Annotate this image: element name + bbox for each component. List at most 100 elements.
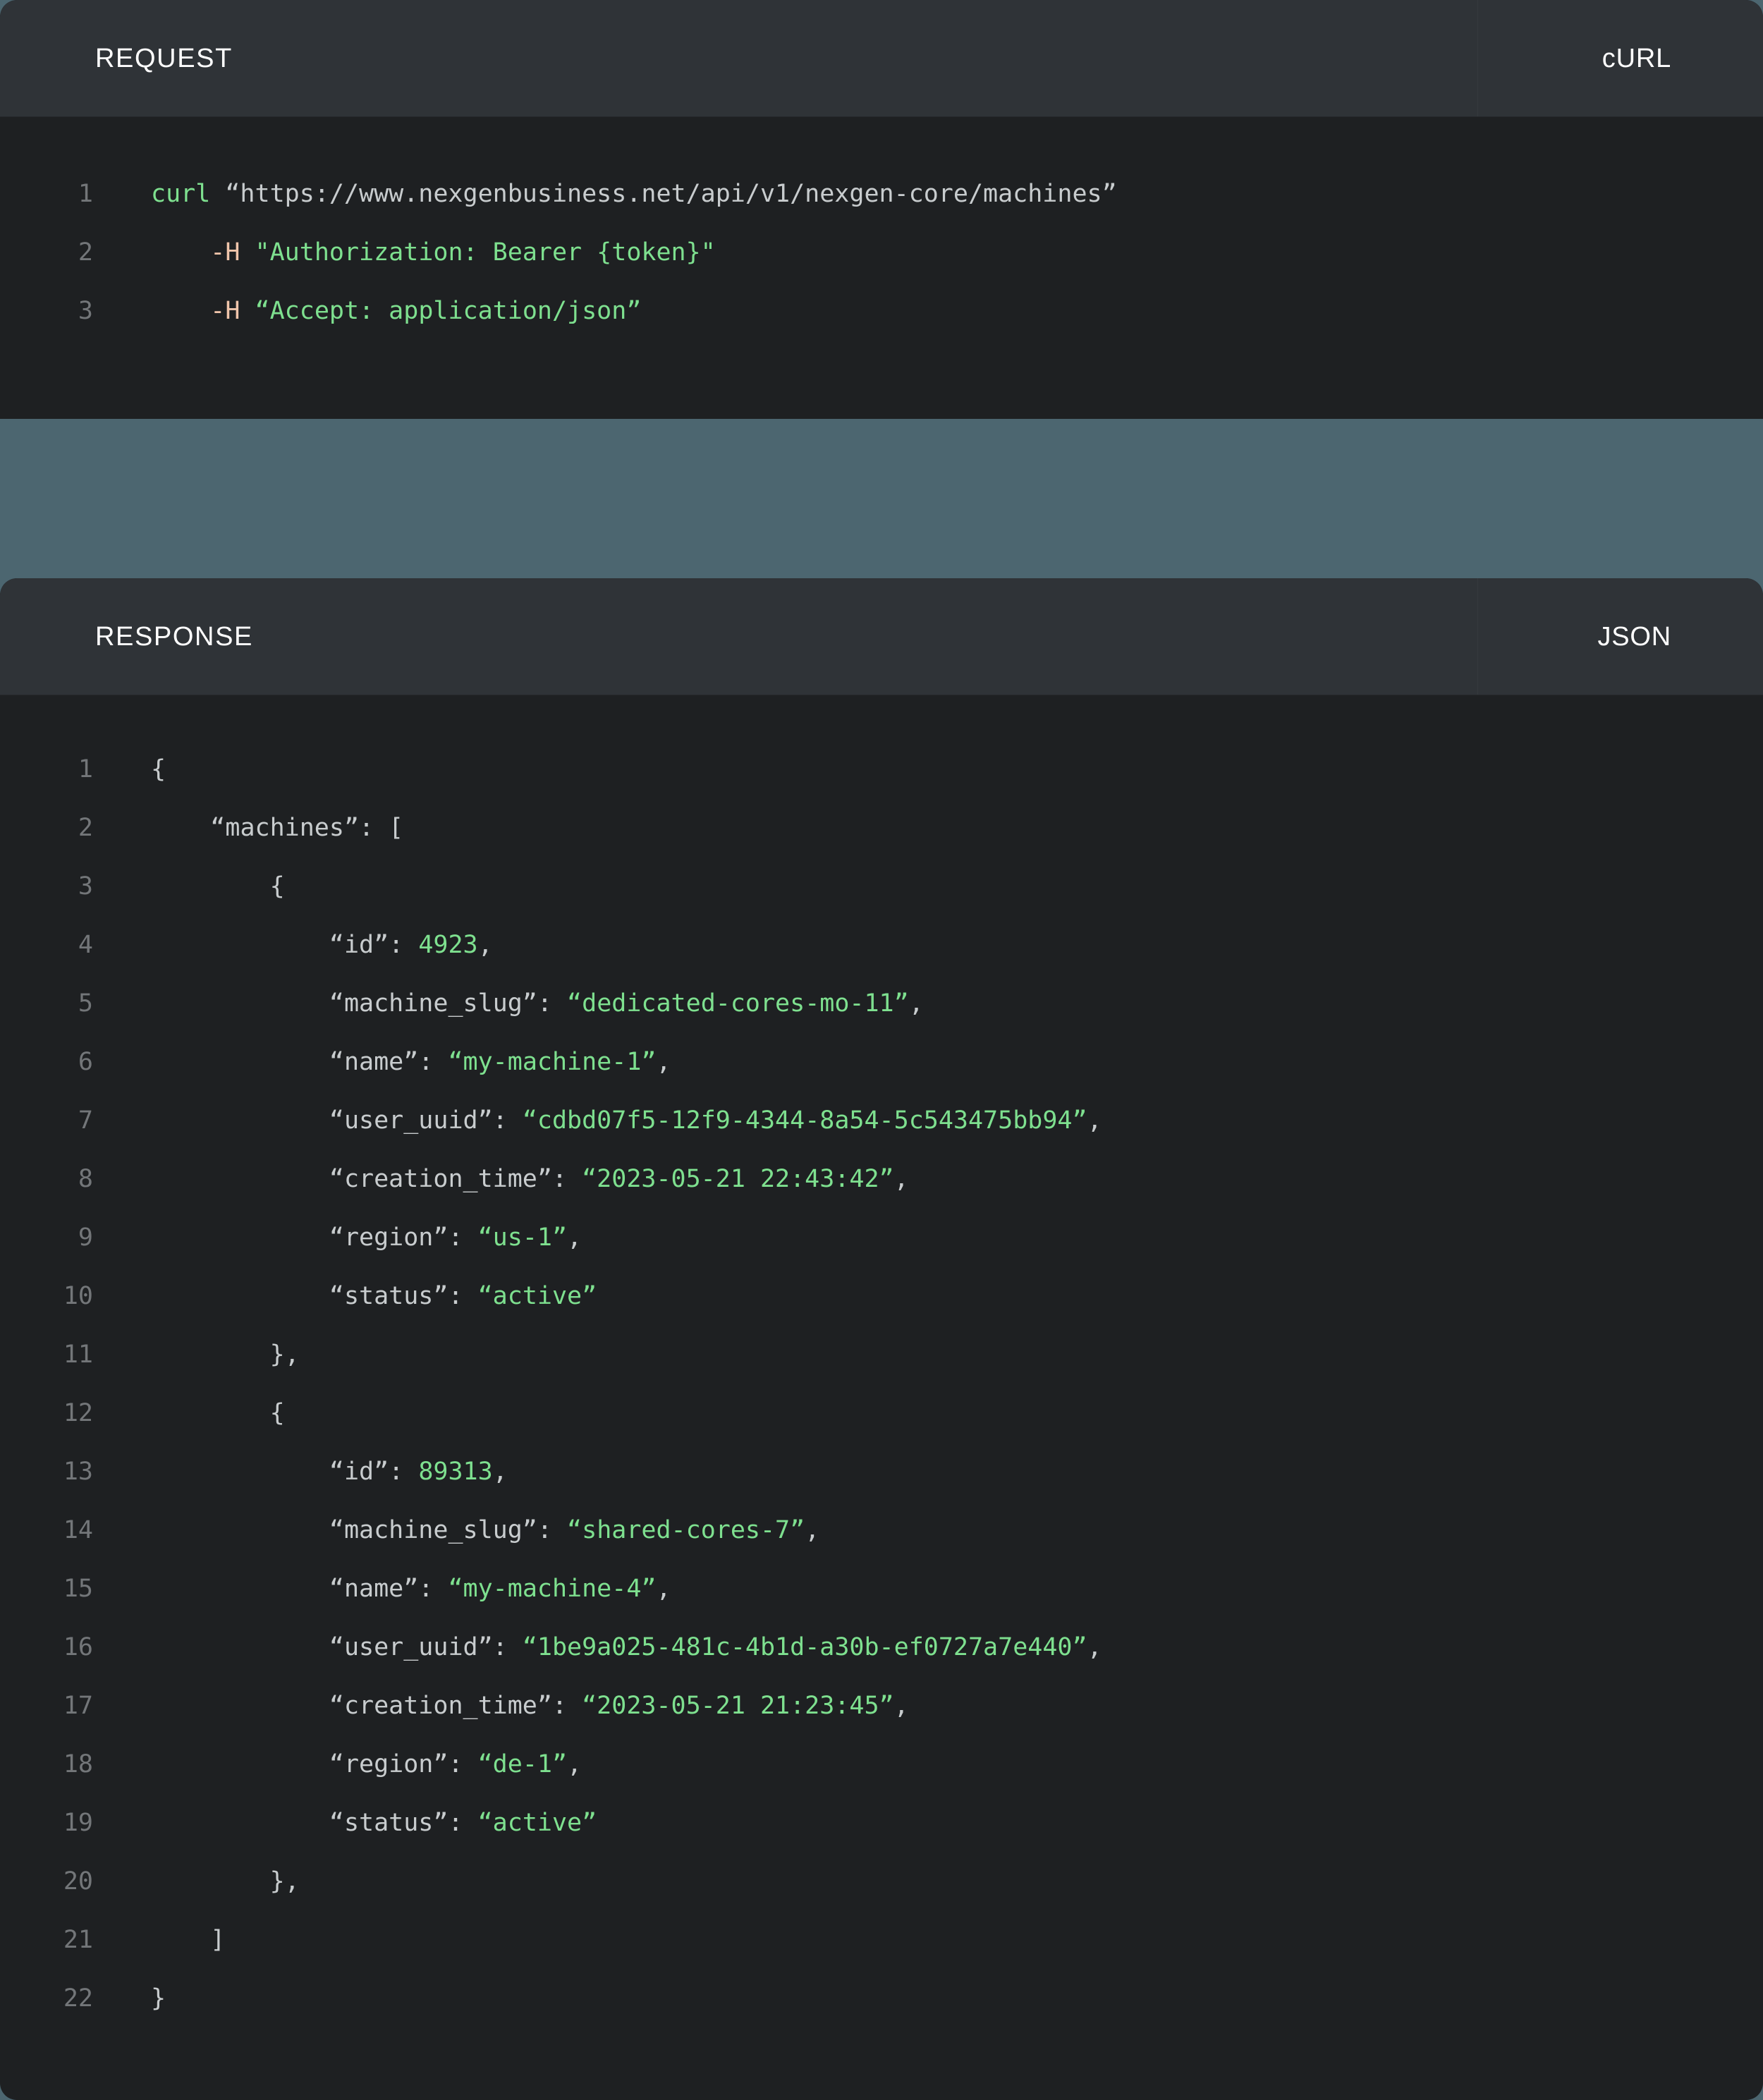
line-number: 7 [78,1106,93,1135]
code-token: , [656,1048,671,1076]
code-line-text: “region”: “us-1”, [93,1209,582,1267]
code-line: 4 “id”: 4923, [0,916,1763,975]
line-number: 15 [63,1575,93,1603]
code-token: “2023-05-21 22:43:42” [582,1165,894,1193]
line-number: 16 [63,1633,93,1661]
code-line-text: “creation_time”: “2023-05-21 21:23:45”, [93,1677,909,1735]
code-token: , [893,1692,909,1720]
code-line-text: ] [93,1911,225,1970]
code-token: : [492,1633,523,1661]
line-number: 9 [78,1223,93,1252]
line-number: 1 [78,180,93,208]
code-token: “user_uuid” [329,1106,493,1135]
code-line: 1 curl “https://www.nexgenbusiness.net/ap… [0,165,1763,224]
code-token: “id” [329,931,389,959]
code-line-text: “creation_time”: “2023-05-21 22:43:42”, [93,1150,909,1209]
code-token: , [805,1516,820,1544]
line-number: 22 [63,1984,93,2013]
header-divider [1477,0,1478,116]
code-line: 6 “name”: “my-machine-1”, [0,1033,1763,1092]
code-line-text: } [93,1970,166,2028]
code-token: “machine_slug” [329,1516,537,1544]
code-line-text: -H “Accept: application/json” [93,282,641,341]
code-line: 22} [0,1970,1763,2028]
code-token: } [151,1984,166,2013]
line-number: 2 [78,814,93,842]
code-token: “region” [329,1223,449,1252]
code-token: “user_uuid” [329,1633,493,1661]
code-line: 19 “status”: “active” [0,1794,1763,1852]
code-token: : [389,1458,419,1486]
code-token: , [656,1575,671,1603]
code-token: “my-machine-4” [448,1575,657,1603]
code-token: : [448,1223,478,1252]
line-number: 2 [78,238,93,267]
line-number: 21 [63,1926,93,1954]
request-panel-header: REQUEST cURL [0,0,1763,117]
panel-gap [0,419,1763,578]
line-number: 14 [63,1516,93,1544]
code-token: , [492,1458,508,1486]
code-token: , [567,1750,582,1778]
request-language-tab[interactable]: cURL [1602,45,1671,72]
response-language-tab[interactable]: JSON [1597,623,1671,650]
code-token: “name” [329,1575,419,1603]
code-line-text: { [93,1384,285,1443]
code-line-text: “id”: 89313, [93,1443,508,1501]
line-number: 19 [63,1809,93,1837]
code-token: }, [151,1341,300,1369]
line-number: 3 [78,872,93,901]
code-token: , [908,989,924,1018]
code-token: “de-1” [477,1750,568,1778]
request-panel-title: REQUEST [95,43,233,73]
line-number: 17 [63,1692,93,1720]
code-token: : [418,1048,449,1076]
request-code-block[interactable]: 1 curl “https://www.nexgenbusiness.net/ap… [0,117,1763,369]
code-token: “dedicated-cores-mo-11” [567,989,909,1018]
code-token: “machines” [210,814,360,842]
code-token: “name” [329,1048,419,1076]
line-number: 20 [63,1867,93,1896]
code-token: “status” [329,1282,449,1310]
code-line: 2 “machines”: [ [0,799,1763,857]
code-line-text: “user_uuid”: “cdbd07f5-12f9-4344-8a54-5c… [93,1092,1102,1150]
api-docs-code-samples: REQUEST cURL 1 curl “https://www.nexgenbu… [0,0,1763,2100]
code-line: 11 }, [0,1326,1763,1384]
code-line: 14 “machine_slug”: “shared-cores-7”, [0,1501,1763,1560]
code-token: “cdbd07f5-12f9-4344-8a54-5c543475bb94” [522,1106,1087,1135]
code-token: “my-machine-1” [448,1048,657,1076]
response-panel-header: RESPONSE JSON [0,578,1763,695]
code-line-text: curl “https://www.nexgenbusiness.net/api… [93,165,1117,224]
code-token: , [477,931,493,959]
code-token: “active” [477,1809,597,1837]
line-number: 10 [63,1282,93,1310]
code-token: { [151,1399,285,1427]
code-line-text: “status”: “active” [93,1794,597,1852]
code-token: -H [210,238,240,267]
line-number: 13 [63,1458,93,1486]
code-token: , [1087,1633,1102,1661]
code-line: 3 { [0,857,1763,916]
code-token: “machine_slug” [329,989,537,1018]
response-code-block[interactable]: 1{2 “machines”: [3 {4 “id”: 4923, 5 “mach… [0,695,1763,2056]
code-token: , [893,1165,909,1193]
code-line: 7 “user_uuid”: “cdbd07f5-12f9-4344-8a54-… [0,1092,1763,1150]
code-line: 10 “status”: “active” [0,1267,1763,1326]
code-line: 9 “region”: “us-1”, [0,1209,1763,1267]
code-token: { [151,755,166,783]
code-line-text: { [93,857,285,916]
request-panel: REQUEST cURL 1 curl “https://www.nexgenbu… [0,0,1763,419]
code-token: “creation_time” [329,1165,552,1193]
code-line: 17 “creation_time”: “2023-05-21 21:23:45… [0,1677,1763,1735]
code-line: 16 “user_uuid”: “1be9a025-481c-4b1d-a30b… [0,1618,1763,1677]
code-token: : [448,1282,478,1310]
code-line: 1{ [0,740,1763,799]
code-line-text: “name”: “my-machine-1”, [93,1033,671,1092]
header-divider [1477,578,1478,695]
code-token: “Accept: application/json” [255,297,642,325]
